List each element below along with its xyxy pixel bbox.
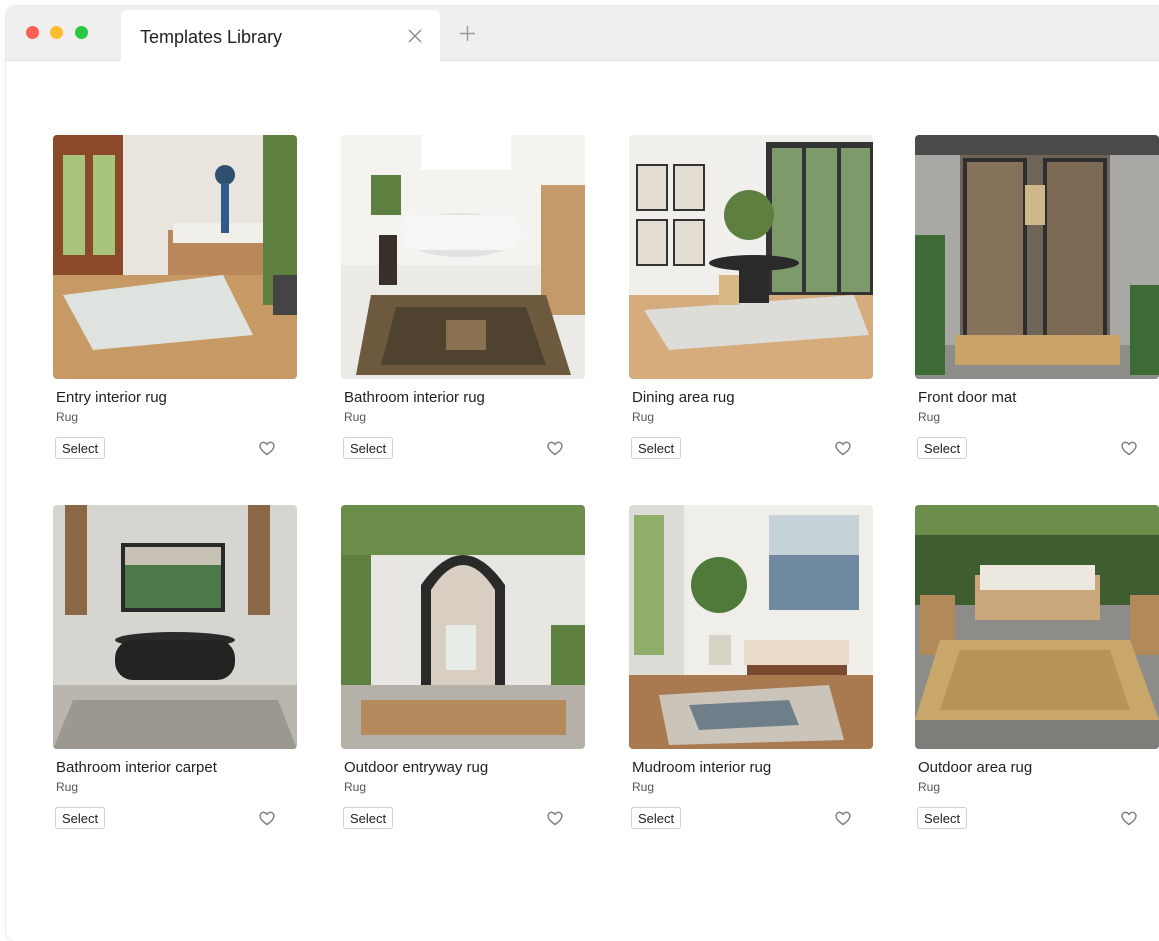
template-thumbnail[interactable] [915, 135, 1159, 379]
close-icon[interactable] [407, 28, 423, 44]
template-card: Bathroom interior rug Rug Select [341, 135, 601, 465]
select-button[interactable]: Select [631, 807, 682, 829]
heart-icon[interactable] [1121, 441, 1137, 456]
template-category: Rug [344, 780, 367, 794]
close-window-button[interactable] [26, 26, 39, 39]
template-category: Rug [632, 410, 655, 424]
title-bar: Templates Library [6, 6, 1159, 61]
template-thumbnail[interactable] [53, 135, 297, 379]
template-title: Dining area rug [632, 389, 735, 406]
heart-icon[interactable] [1121, 811, 1137, 826]
template-title: Outdoor entryway rug [344, 759, 489, 776]
template-title: Entry interior rug [56, 389, 167, 406]
heart-icon[interactable] [835, 441, 851, 456]
template-thumbnail[interactable] [629, 505, 873, 749]
select-button[interactable]: Select [343, 437, 394, 459]
template-card: Bathroom interior carpet Rug Select [53, 505, 313, 835]
select-button[interactable]: Select [55, 437, 106, 459]
template-thumbnail[interactable] [341, 505, 585, 749]
template-category: Rug [56, 410, 79, 424]
tab-templates-library[interactable]: Templates Library [121, 10, 440, 61]
browser-window: Templates Library Entry interior rug Rug… [6, 6, 1159, 941]
plus-icon[interactable] [459, 25, 476, 42]
template-card: Outdoor area rug Rug Select [915, 505, 1159, 835]
heart-icon[interactable] [835, 811, 851, 826]
template-title: Front door mat [918, 389, 1017, 406]
maximize-window-button[interactable] [75, 26, 88, 39]
template-category: Rug [344, 410, 367, 424]
template-card: Entry interior rug Rug Select [53, 135, 313, 465]
select-button[interactable]: Select [55, 807, 106, 829]
tab-title: Templates Library [140, 27, 283, 47]
template-card: Dining area rug Rug Select [629, 135, 889, 465]
heart-icon[interactable] [259, 811, 275, 826]
template-card: Front door mat Rug Select [915, 135, 1159, 465]
heart-icon[interactable] [547, 811, 563, 826]
template-title: Bathroom interior rug [344, 389, 485, 406]
template-category: Rug [918, 780, 941, 794]
template-card: Outdoor entryway rug Rug Select [341, 505, 601, 835]
template-category: Rug [632, 780, 655, 794]
template-thumbnail[interactable] [341, 135, 585, 379]
select-button[interactable]: Select [917, 437, 968, 459]
template-thumbnail[interactable] [915, 505, 1159, 749]
template-thumbnail[interactable] [53, 505, 297, 749]
template-title: Bathroom interior carpet [56, 759, 217, 776]
template-card: Mudroom interior rug Rug Select [629, 505, 889, 835]
template-title: Mudroom interior rug [632, 759, 772, 776]
select-button[interactable]: Select [917, 807, 968, 829]
heart-icon[interactable] [259, 441, 275, 456]
template-title: Outdoor area rug [918, 759, 1033, 776]
heart-icon[interactable] [547, 441, 563, 456]
select-button[interactable]: Select [631, 437, 682, 459]
minimize-window-button[interactable] [50, 26, 63, 39]
select-button[interactable]: Select [343, 807, 394, 829]
template-category: Rug [918, 410, 941, 424]
template-category: Rug [56, 780, 79, 794]
template-thumbnail[interactable] [629, 135, 873, 379]
